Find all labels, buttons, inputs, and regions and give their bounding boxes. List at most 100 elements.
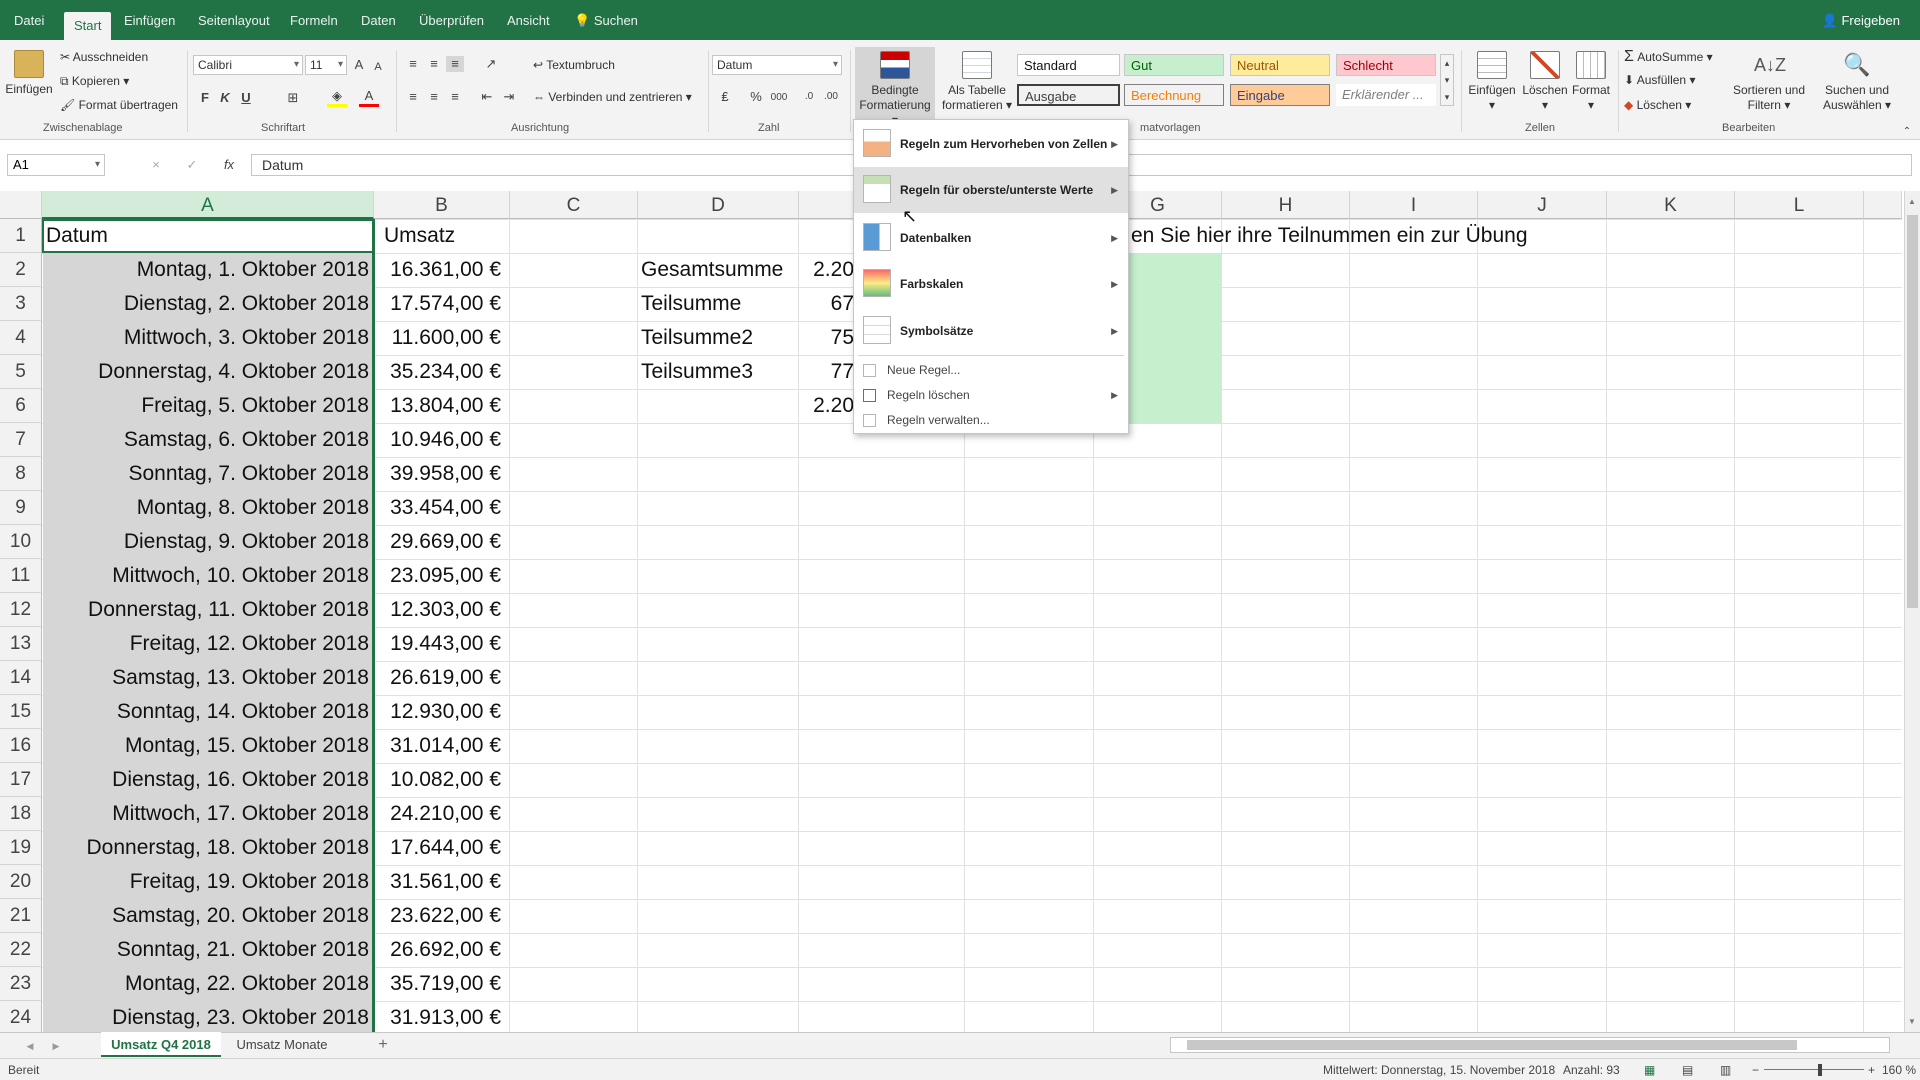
orientation-icon[interactable]: ↗ bbox=[480, 56, 502, 72]
tab-formulas[interactable]: Formeln bbox=[290, 0, 338, 40]
cell-amount[interactable]: 19.443,00 € bbox=[374, 627, 509, 661]
tab-page-layout[interactable]: Seitenlayout bbox=[198, 0, 270, 40]
row-header[interactable]: 24 bbox=[0, 1001, 42, 1035]
page-layout-view-icon[interactable]: ▤ bbox=[1682, 1059, 1693, 1080]
cell-date[interactable]: Samstag, 6. Oktober 2018 bbox=[43, 423, 373, 457]
cell-e-value[interactable]: 2.20 bbox=[802, 389, 854, 423]
column-header[interactable]: H bbox=[1222, 191, 1350, 219]
row-header[interactable]: 23 bbox=[0, 967, 42, 1001]
shrink-font-icon[interactable]: A bbox=[372, 59, 384, 75]
cell-amount[interactable]: 23.622,00 € bbox=[374, 899, 509, 933]
add-sheet-button[interactable]: + bbox=[371, 1032, 395, 1057]
row-header[interactable]: 3 bbox=[0, 287, 42, 321]
cell-date[interactable]: Donnerstag, 18. Oktober 2018 bbox=[43, 831, 373, 865]
style-eingabe[interactable]: Eingabe bbox=[1230, 84, 1330, 106]
row-header[interactable]: 21 bbox=[0, 899, 42, 933]
insert-function-icon[interactable]: fx bbox=[220, 157, 238, 173]
horizontal-scrollbar[interactable] bbox=[1170, 1037, 1890, 1053]
decrease-decimal-icon[interactable]: .00 bbox=[822, 89, 840, 105]
italic-button[interactable]: K bbox=[217, 90, 233, 106]
paste-button[interactable]: Einfügen bbox=[4, 50, 54, 97]
align-top-icon[interactable]: ≡ bbox=[404, 56, 422, 72]
align-center-icon[interactable]: ≡ bbox=[425, 89, 443, 105]
cell-date[interactable]: Dienstag, 2. Oktober 2018 bbox=[43, 287, 373, 321]
menu-item-data-bars[interactable]: Datenbalken ▶ bbox=[854, 215, 1128, 261]
tab-file[interactable]: Datei bbox=[14, 0, 44, 40]
cell-amount[interactable]: 26.692,00 € bbox=[374, 933, 509, 967]
cell-amount[interactable]: 10.946,00 € bbox=[374, 423, 509, 457]
row-header[interactable]: 5 bbox=[0, 355, 42, 389]
find-select-button[interactable]: 🔍 Suchen und Auswählen ▾ bbox=[1812, 51, 1902, 113]
menu-item-top-bottom-rules[interactable]: Regeln für oberste/unterste Werte ▶ bbox=[854, 167, 1128, 213]
share-button[interactable]: 👤 Freigeben bbox=[1822, 0, 1900, 40]
menu-item-new-rule[interactable]: Neue Regel... bbox=[854, 358, 1128, 383]
cell-date[interactable]: Mittwoch, 3. Oktober 2018 bbox=[43, 321, 373, 355]
sort-filter-button[interactable]: A↓Z Sortieren und Filtern ▾ bbox=[1726, 51, 1812, 113]
style-standard[interactable]: Standard bbox=[1017, 54, 1120, 76]
font-size-combo[interactable]: 11 bbox=[305, 55, 347, 75]
row-header[interactable]: 18 bbox=[0, 797, 42, 831]
cell-amount[interactable]: 29.669,00 € bbox=[374, 525, 509, 559]
cell-date[interactable]: Dienstag, 23. Oktober 2018 bbox=[43, 1001, 373, 1035]
cell-date[interactable]: Donnerstag, 11. Oktober 2018 bbox=[43, 593, 373, 627]
prev-sheet-icon[interactable]: ◀ bbox=[24, 1038, 36, 1054]
tab-data[interactable]: Daten bbox=[361, 0, 396, 40]
column-header[interactable]: K bbox=[1607, 191, 1735, 219]
row-header[interactable]: 8 bbox=[0, 457, 42, 491]
zoom-in-icon[interactable]: + bbox=[1868, 1059, 1875, 1080]
cell-amount[interactable]: 12.930,00 € bbox=[374, 695, 509, 729]
row-header[interactable]: 16 bbox=[0, 729, 42, 763]
cell-date[interactable]: Mittwoch, 17. Oktober 2018 bbox=[43, 797, 373, 831]
cell-a1[interactable]: Datum bbox=[46, 219, 366, 253]
tab-view[interactable]: Ansicht bbox=[507, 0, 550, 40]
merge-center-button[interactable]: ⇔ Verbinden und zentrieren ▾ bbox=[533, 90, 692, 104]
tab-home[interactable]: Start bbox=[64, 12, 112, 40]
row-header[interactable]: 4 bbox=[0, 321, 42, 355]
zoom-slider[interactable] bbox=[1764, 1069, 1864, 1070]
normal-view-icon[interactable]: ▦ bbox=[1644, 1059, 1655, 1080]
conditional-formatting-button[interactable]: Bedingte Formatierung ▾ bbox=[855, 47, 935, 127]
cell-date[interactable]: Freitag, 5. Oktober 2018 bbox=[43, 389, 373, 423]
grow-font-icon[interactable]: A bbox=[352, 57, 366, 73]
tab-review[interactable]: Überprüfen bbox=[419, 0, 484, 40]
cell-amount[interactable]: 31.913,00 € bbox=[374, 1001, 509, 1035]
cell-d-label[interactable]: Teilsumme3 bbox=[641, 355, 797, 389]
zoom-out-icon[interactable]: − bbox=[1752, 1059, 1759, 1080]
row-header[interactable]: 10 bbox=[0, 525, 42, 559]
cell-amount[interactable]: 31.014,00 € bbox=[374, 729, 509, 763]
copy-button[interactable]: ⧉ Kopieren ▾ bbox=[60, 74, 129, 89]
row-header[interactable]: 1 bbox=[0, 219, 42, 253]
next-sheet-icon[interactable]: ▶ bbox=[50, 1038, 62, 1054]
cancel-icon[interactable]: × bbox=[148, 157, 164, 173]
tell-me-search[interactable]: 💡 Suchen bbox=[574, 0, 638, 40]
cell-date[interactable]: Freitag, 12. Oktober 2018 bbox=[43, 627, 373, 661]
format-painter-button[interactable]: 🖌 Format übertragen bbox=[60, 98, 178, 112]
cell-d-label[interactable]: Teilsumme2 bbox=[641, 321, 797, 355]
align-middle-icon[interactable]: ≡ bbox=[425, 56, 443, 72]
row-header[interactable]: 14 bbox=[0, 661, 42, 695]
cell-date[interactable]: Montag, 22. Oktober 2018 bbox=[43, 967, 373, 1001]
cell-date[interactable]: Montag, 15. Oktober 2018 bbox=[43, 729, 373, 763]
percent-button[interactable]: % bbox=[748, 89, 764, 105]
cell-date[interactable]: Sonntag, 7. Oktober 2018 bbox=[43, 457, 373, 491]
align-right-icon[interactable]: ≡ bbox=[446, 89, 464, 105]
borders-icon[interactable]: ⊞ bbox=[283, 90, 303, 106]
column-header[interactable]: A bbox=[42, 191, 374, 219]
cell-e-value[interactable]: 2.20 bbox=[802, 253, 854, 287]
row-header[interactable]: 12 bbox=[0, 593, 42, 627]
align-left-icon[interactable]: ≡ bbox=[404, 89, 422, 105]
cut-button[interactable]: ✂ Ausschneiden bbox=[60, 50, 148, 64]
style-gut[interactable]: Gut bbox=[1124, 54, 1224, 76]
cell-b1[interactable]: Umsatz bbox=[384, 219, 504, 253]
row-header[interactable]: 9 bbox=[0, 491, 42, 525]
scrollbar-thumb[interactable] bbox=[1187, 1040, 1797, 1050]
decrease-indent-icon[interactable]: ⇤ bbox=[478, 89, 496, 105]
name-box[interactable]: A1 ▾ bbox=[7, 154, 105, 176]
cell-date[interactable]: Montag, 8. Oktober 2018 bbox=[43, 491, 373, 525]
cell-date[interactable]: Samstag, 20. Oktober 2018 bbox=[43, 899, 373, 933]
collapse-ribbon-icon[interactable]: ⌃ bbox=[1900, 124, 1914, 140]
row-header[interactable]: 2 bbox=[0, 253, 42, 287]
column-header[interactable]: J bbox=[1478, 191, 1607, 219]
column-header[interactable]: D bbox=[638, 191, 799, 219]
scroll-down-icon[interactable]: ▼ bbox=[1908, 1017, 1916, 1026]
